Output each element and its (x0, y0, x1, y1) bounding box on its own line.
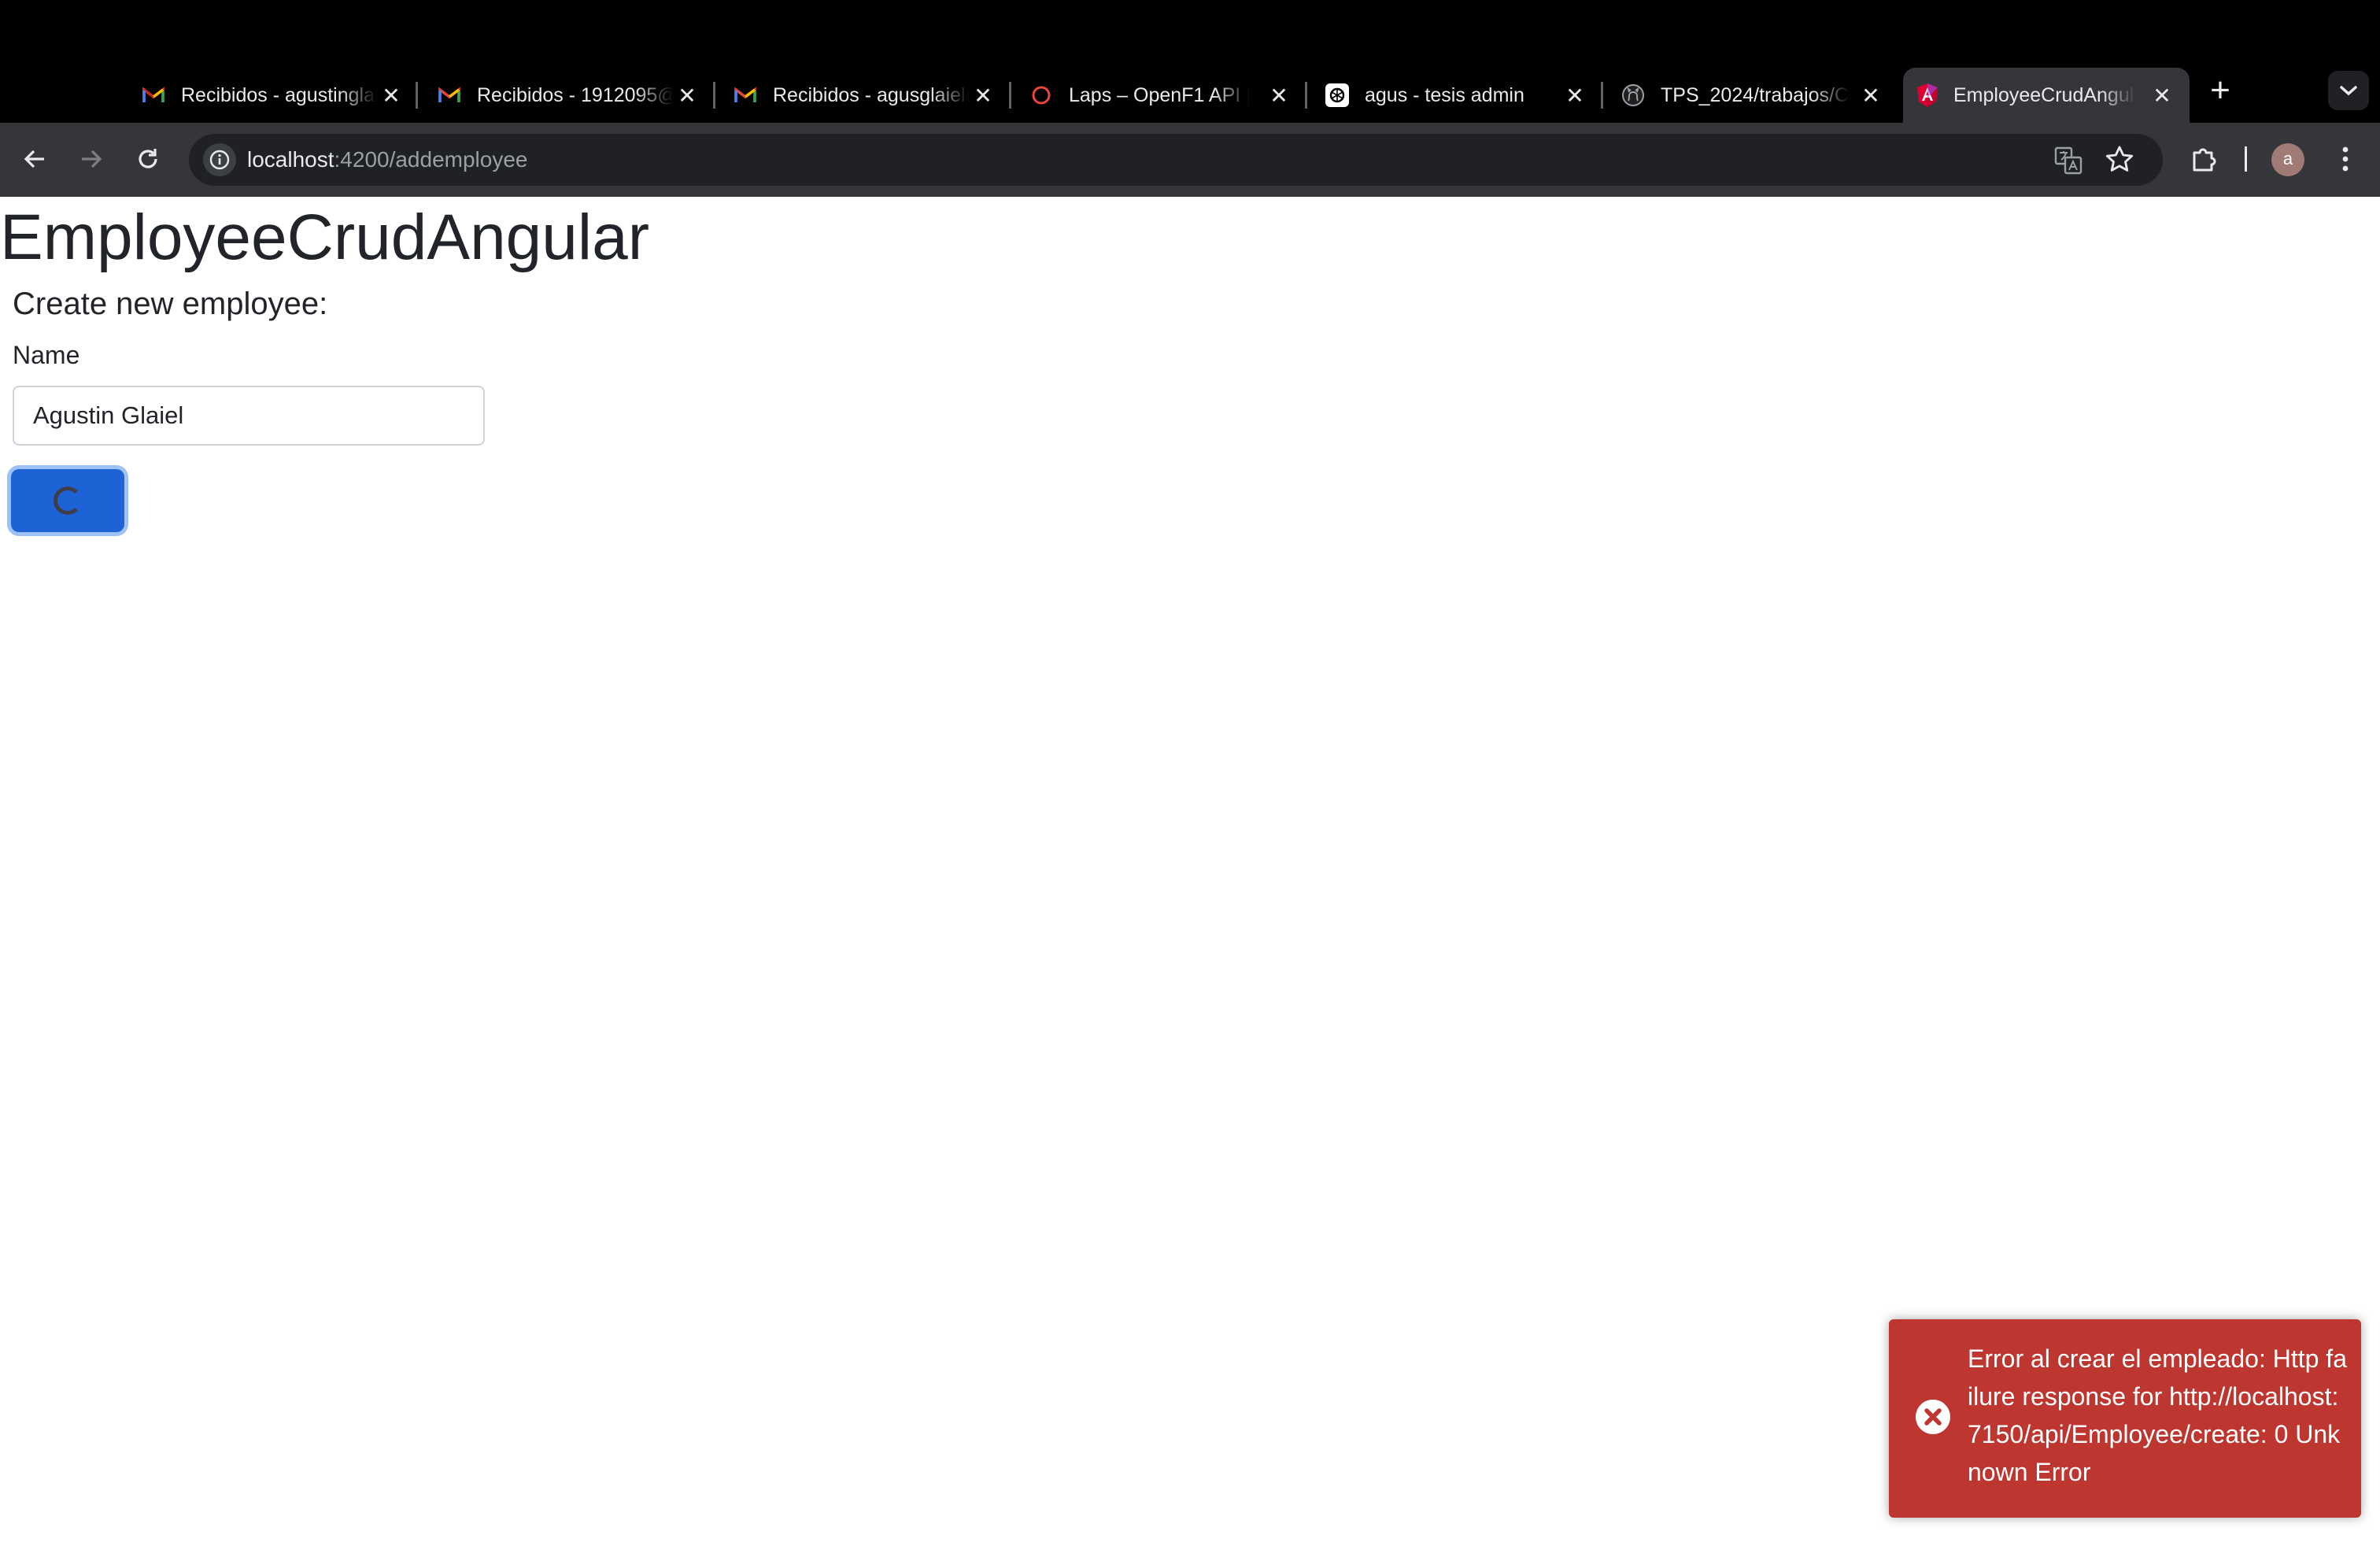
name-input[interactable] (13, 386, 485, 446)
tab-title: Recibidos - 1912095@ucc.edu.ar (477, 84, 674, 106)
name-label: Name (13, 341, 80, 369)
chevron-down-icon (2340, 86, 2357, 96)
browser-chrome: Recibidos - agustinglaiel@gmail.com ✕ Re… (0, 0, 2380, 197)
browser-menu-button[interactable] (2331, 140, 2360, 178)
reload-button[interactable] (129, 140, 167, 178)
tab-gmail-3[interactable]: Recibidos - agusglaiel@gmail.com ✕ (734, 68, 1001, 123)
close-icon[interactable]: ✕ (378, 82, 405, 109)
tab-title: Recibidos - agusglaiel@gmail.com (773, 84, 970, 106)
page-title: EmployeeCrudAngular (0, 202, 650, 273)
close-icon[interactable]: ✕ (674, 82, 700, 109)
tab-divider (1601, 82, 1603, 109)
tab-divider (713, 82, 715, 109)
new-tab-button[interactable]: + (2202, 72, 2238, 109)
loading-spinner-icon (54, 486, 82, 515)
close-icon[interactable]: ✕ (1857, 82, 1884, 109)
tab-title: Laps – OpenF1 API | Real-time (1069, 84, 1250, 106)
chatgpt-icon (1325, 83, 1349, 107)
gmail-icon (142, 83, 165, 107)
tab-strip: Recibidos - agustinglaiel@gmail.com ✕ Re… (0, 68, 2380, 123)
puzzle-icon (2193, 148, 2216, 172)
browser-toolbar: localhost:4200/addemployee a (0, 123, 2380, 197)
tab-title: TPS_2024/trabajos/CRUD (1661, 84, 1850, 106)
url-text[interactable]: localhost:4200/addemployee (247, 146, 528, 173)
url-path: :4200/addemployee (334, 147, 528, 172)
close-icon[interactable]: ✕ (1266, 82, 1292, 109)
reload-icon (139, 149, 157, 168)
arrow-right-icon (82, 150, 102, 168)
close-icon[interactable]: ✕ (970, 82, 996, 109)
tab-title: EmployeeCrudAngular (1953, 84, 2136, 106)
site-info-button[interactable] (203, 143, 236, 176)
tab-search-button[interactable] (2328, 71, 2369, 110)
tab-github[interactable]: TPS_2024/trabajos/CRUD ✕ (1621, 68, 1889, 123)
submit-button[interactable] (11, 469, 124, 532)
tab-gmail-2[interactable]: Recibidos - 1912095@ucc.edu.ar ✕ (438, 68, 705, 123)
forward-button[interactable] (72, 140, 110, 178)
close-icon[interactable]: ✕ (2149, 82, 2175, 109)
address-bar[interactable]: localhost:4200/addemployee (189, 134, 2163, 186)
tab-divider (1009, 82, 1011, 109)
github-icon (1621, 83, 1645, 107)
openf1-icon (1029, 83, 1053, 107)
toolbar-divider (2245, 146, 2247, 172)
tab-employee-crud[interactable]: EmployeeCrudAngular ✕ (1903, 68, 2190, 123)
back-button[interactable] (16, 140, 54, 178)
translate-icon[interactable] (2054, 146, 2082, 175)
form-heading: Create new employee: (13, 287, 328, 321)
tab-gmail-1[interactable]: Recibidos - agustinglaiel@gmail.com ✕ (142, 68, 409, 123)
tab-openf1[interactable]: Laps – OpenF1 API | Real-time ✕ (1029, 68, 1297, 123)
toast-message: Error al crear el empleado: Http failure… (1968, 1344, 2347, 1486)
profile-avatar[interactable]: a (2271, 143, 2304, 176)
gmail-icon (734, 83, 757, 107)
star-icon[interactable] (2105, 145, 2134, 175)
close-icon[interactable]: ✕ (1561, 82, 1588, 109)
info-icon (209, 150, 230, 170)
tab-chatgpt[interactable]: agus - tesis admin ✕ (1325, 68, 1593, 123)
arrow-left-icon (24, 150, 44, 168)
tab-title: Recibidos - agustinglaiel@gmail.com (181, 84, 378, 106)
tab-divider (416, 82, 418, 109)
tab-divider (1305, 82, 1307, 109)
error-toast[interactable]: Error al crear el empleado: Http failure… (1889, 1319, 2361, 1518)
url-host: localhost (247, 147, 334, 172)
more-vertical-icon (2342, 146, 2349, 172)
tab-title: agus - tesis admin (1365, 84, 1524, 106)
extensions-button[interactable] (2186, 140, 2223, 176)
error-x-icon (1916, 1400, 1950, 1434)
gmail-icon (438, 83, 461, 107)
angular-icon (1916, 83, 1939, 107)
